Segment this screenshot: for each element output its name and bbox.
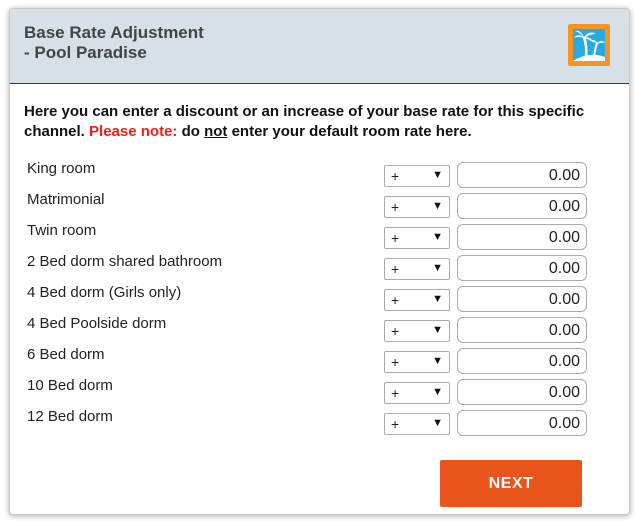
base-rate-dialog: Base Rate Adjustment - Pool Paradise Her…: [9, 8, 630, 515]
room-label: 10 Bed dorm: [27, 377, 113, 394]
room-row: King room + ▼ 0.00: [10, 160, 629, 188]
dropdown-arrow-icon: ▼: [432, 324, 443, 336]
room-row: Matrimonial + ▼ 0.00: [10, 191, 629, 219]
intro-emphasis: not: [204, 123, 228, 140]
sign-select[interactable]: + ▼: [384, 196, 450, 218]
dropdown-arrow-icon: ▼: [432, 355, 443, 367]
dropdown-arrow-icon: ▼: [432, 200, 443, 212]
sign-select-value: +: [391, 261, 400, 277]
note-label: Please note:: [89, 123, 178, 140]
room-label: King room: [27, 160, 96, 177]
sign-select[interactable]: + ▼: [384, 351, 450, 373]
sign-select[interactable]: + ▼: [384, 165, 450, 187]
room-row: 4 Bed Poolside dorm + ▼ 0.00: [10, 315, 629, 343]
dialog-header: Base Rate Adjustment - Pool Paradise: [10, 9, 629, 84]
sign-select-value: +: [391, 168, 400, 184]
sign-select[interactable]: + ▼: [384, 258, 450, 280]
next-button[interactable]: NEXT: [440, 460, 582, 507]
sign-select-value: +: [391, 199, 400, 215]
sign-select-value: +: [391, 292, 400, 308]
room-label: 2 Bed dorm shared bathroom: [27, 253, 223, 270]
sign-select-value: +: [391, 385, 400, 401]
sign-select[interactable]: + ▼: [384, 413, 450, 435]
dropdown-arrow-icon: ▼: [432, 386, 443, 398]
dropdown-arrow-icon: ▼: [432, 231, 443, 243]
sign-select[interactable]: + ▼: [384, 320, 450, 342]
sign-select-value: +: [391, 416, 400, 432]
sign-select-value: +: [391, 323, 400, 339]
room-row: 6 Bed dorm + ▼ 0.00: [10, 346, 629, 374]
sign-select[interactable]: + ▼: [384, 382, 450, 404]
sign-select[interactable]: + ▼: [384, 227, 450, 249]
room-label: 12 Bed dorm: [27, 408, 113, 425]
rate-adjustment-input[interactable]: 0.00: [457, 286, 587, 312]
room-label: 4 Bed dorm (Girls only): [27, 284, 182, 301]
room-row: 10 Bed dorm + ▼ 0.00: [10, 377, 629, 405]
intro-text-c: enter your default room rate here.: [227, 123, 472, 140]
dialog-title: Base Rate Adjustment - Pool Paradise: [24, 23, 204, 62]
room-label: 6 Bed dorm: [27, 346, 105, 363]
rate-adjustment-input[interactable]: 0.00: [457, 193, 587, 219]
rate-adjustment-input[interactable]: 0.00: [457, 317, 587, 343]
dropdown-arrow-icon: ▼: [432, 262, 443, 274]
room-label: Twin room: [27, 222, 97, 239]
sign-select[interactable]: + ▼: [384, 289, 450, 311]
rate-adjustment-input[interactable]: 0.00: [457, 162, 587, 188]
rate-adjustment-input[interactable]: 0.00: [457, 410, 587, 436]
room-label: 4 Bed Poolside dorm: [27, 315, 167, 332]
rate-adjustment-input[interactable]: 0.00: [457, 379, 587, 405]
sign-select-value: +: [391, 230, 400, 246]
room-row: 2 Bed dorm shared bathroom + ▼ 0.00: [10, 253, 629, 281]
intro-text-b: do: [177, 123, 205, 140]
dropdown-arrow-icon: ▼: [432, 293, 443, 305]
intro-text: Here you can enter a discount or an incr…: [24, 102, 614, 142]
room-row: Twin room + ▼ 0.00: [10, 222, 629, 250]
sign-select-value: +: [391, 354, 400, 370]
rate-adjustment-input[interactable]: 0.00: [457, 348, 587, 374]
dropdown-arrow-icon: ▼: [432, 169, 443, 181]
room-label: Matrimonial: [27, 191, 105, 208]
palm-tree-island-icon: [568, 24, 610, 66]
dropdown-arrow-icon: ▼: [432, 417, 443, 429]
room-row: 12 Bed dorm + ▼ 0.00: [10, 408, 629, 436]
rate-adjustment-input[interactable]: 0.00: [457, 224, 587, 250]
room-row: 4 Bed dorm (Girls only) + ▼ 0.00: [10, 284, 629, 312]
rate-adjustment-input[interactable]: 0.00: [457, 255, 587, 281]
